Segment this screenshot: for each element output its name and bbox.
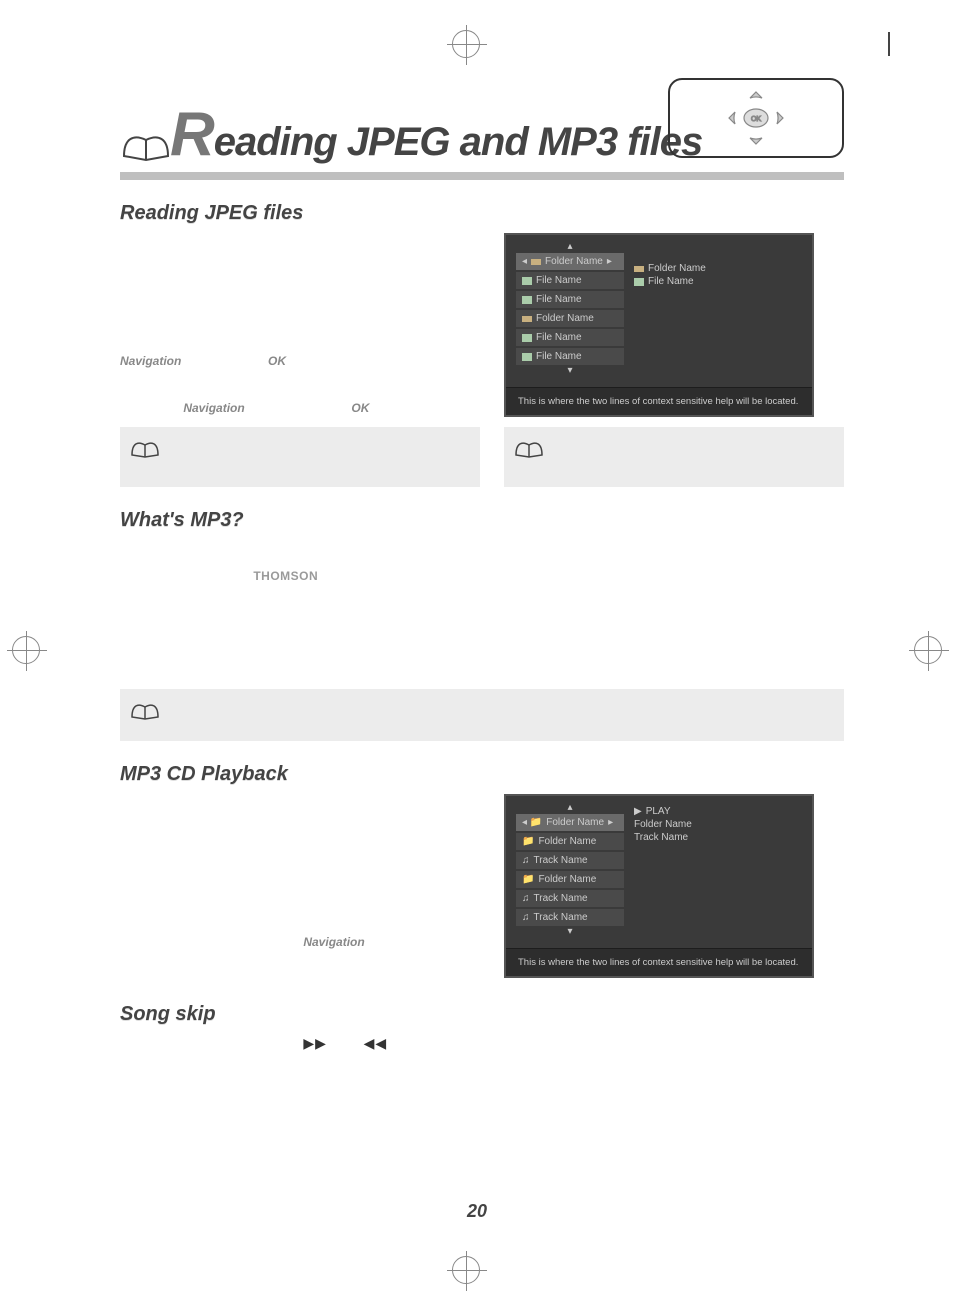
- fast-forward-icon: ▶▶: [303, 1034, 327, 1054]
- heading-reading-jpeg: Reading JPEG files: [120, 202, 844, 225]
- list-item: ◂ 📁 Folder Name ▸: [516, 814, 624, 831]
- registration-mark-right: [914, 636, 942, 664]
- page-title: Reading JPEG and MP3 files: [170, 99, 702, 170]
- list-item: ♫ Track Name: [516, 852, 624, 869]
- list-item: Folder Name: [634, 819, 802, 830]
- ok-label: OK: [268, 354, 286, 368]
- list-item: Folder Name: [634, 263, 802, 274]
- jpeg-browser-screenshot: ▴ ◂ Folder Name ▸ File Name File Name Fo…: [504, 233, 814, 417]
- list-item: ♫ Track Name: [516, 890, 624, 907]
- list-item: 📁 Folder Name: [516, 833, 624, 850]
- rewind-icon: ◀◀: [364, 1034, 388, 1054]
- note-box: [120, 689, 844, 741]
- list-item: ♫ Track Name: [516, 909, 624, 926]
- play-status: ▶ PLAY: [634, 806, 802, 817]
- list-item: File Name: [516, 348, 624, 365]
- list-item: File Name: [516, 291, 624, 308]
- list-item: Folder Name: [516, 310, 624, 327]
- skip-body-text: ▶▶ ◀◀: [120, 1034, 844, 1054]
- book-icon: [120, 126, 172, 164]
- navigation-pad-illustration: OK: [668, 78, 844, 158]
- list-item: File Name: [516, 329, 624, 346]
- title-underline: [120, 172, 844, 180]
- navigation-label: Navigation: [303, 935, 364, 949]
- mp3play-body-text: Navigation: [120, 794, 480, 981]
- note-box: [504, 427, 844, 487]
- heading-song-skip: Song skip: [120, 1003, 844, 1026]
- book-icon: [130, 699, 160, 721]
- help-text: This is where the two lines of context s…: [506, 948, 812, 976]
- help-text: This is where the two lines of context s…: [506, 387, 812, 415]
- ok-label: OK: [351, 401, 369, 415]
- mp3-body-text: THOMSON: [120, 540, 844, 685]
- navigation-label: Navigation: [120, 354, 181, 368]
- book-icon: [514, 437, 544, 459]
- crop-edge: [888, 32, 890, 56]
- list-item: 📁 Folder Name: [516, 871, 624, 888]
- note-box: [120, 427, 480, 487]
- registration-mark-left: [12, 636, 40, 664]
- heading-whats-mp3: What's MP3?: [120, 509, 844, 532]
- heading-mp3-playback: MP3 CD Playback: [120, 763, 844, 786]
- thomson-logo: THOMSON: [253, 569, 318, 583]
- book-icon: [130, 437, 160, 459]
- list-item: Track Name: [634, 832, 802, 843]
- svg-text:OK: OK: [751, 116, 761, 123]
- page-number: 20: [60, 1201, 894, 1222]
- list-item: ◂ Folder Name ▸: [516, 253, 624, 270]
- navigation-label: Navigation: [183, 401, 244, 415]
- mp3-browser-screenshot: ▴ ◂ 📁 Folder Name ▸ 📁 Folder Name ♫ Trac…: [504, 794, 814, 978]
- registration-mark-top: [452, 30, 480, 58]
- list-item: File Name: [634, 276, 802, 287]
- list-item: File Name: [516, 272, 624, 289]
- registration-mark-bottom: [452, 1256, 480, 1284]
- jpeg-body-text: Navigation OK Navigation OK: [120, 233, 480, 417]
